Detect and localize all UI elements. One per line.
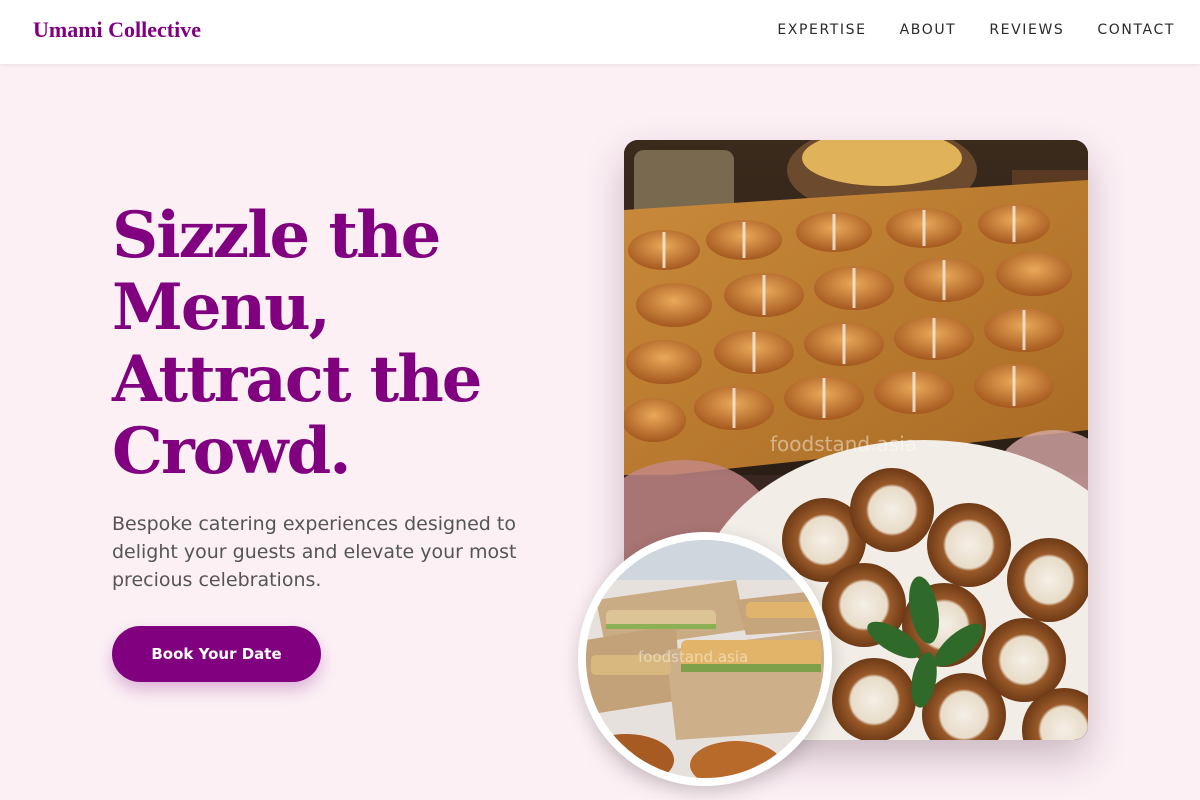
book-date-button[interactable]: Book Your Date bbox=[112, 626, 321, 682]
headline-line: Attract the bbox=[112, 342, 482, 417]
nav-item-reviews[interactable]: REVIEWS bbox=[989, 22, 1064, 38]
nav-item-expertise[interactable]: EXPERTISE bbox=[777, 22, 866, 38]
main-nav: EXPERTISE ABOUT REVIEWS CONTACT bbox=[777, 22, 1175, 38]
headline-line: Sizzle the bbox=[112, 198, 441, 273]
boxed-sandwiches-photo: foodstand.asia bbox=[578, 532, 832, 786]
boxed-sandwiches-illustration bbox=[586, 540, 824, 778]
nav-item-about[interactable]: ABOUT bbox=[900, 22, 957, 38]
hero-headline: Sizzle the Menu, Attract the Crowd. bbox=[112, 200, 552, 488]
brand-logo[interactable]: Umami Collective bbox=[33, 17, 201, 43]
site-header: Umami Collective EXPERTISE ABOUT REVIEWS… bbox=[0, 0, 1200, 64]
hero-subtitle: Bespoke catering experiences designed to… bbox=[112, 513, 517, 591]
headline-line: Menu, bbox=[112, 270, 331, 345]
headline-line: Crowd. bbox=[112, 414, 351, 489]
nav-item-contact[interactable]: CONTACT bbox=[1097, 22, 1175, 38]
